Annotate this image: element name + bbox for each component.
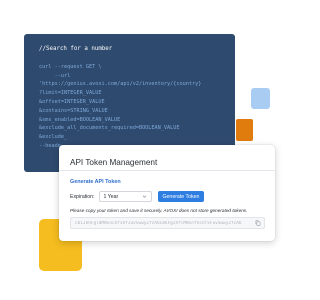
api-token-card: API Token Management Generate API Token …	[59, 145, 275, 241]
card-title: API Token Management	[70, 158, 158, 167]
code-line: curl --request GET \	[39, 63, 102, 70]
token-storage-notice: Please copy your token and save it secur…	[70, 208, 248, 213]
generate-token-button[interactable]: Generate Token	[157, 191, 205, 202]
code-line: 'https://genius.avoxi.com/api/v2/invento…	[39, 81, 202, 88]
code-line: &sms_enabled=BOOLEAN_VALUE	[39, 116, 121, 123]
chevron-down-icon	[142, 195, 146, 198]
code-line: --url	[39, 72, 71, 79]
code-line: ?limit=INTEGER_VALUE	[39, 90, 102, 97]
code-line: &contains=STRING_VALUE	[39, 107, 108, 114]
card-body: Generate API Token Expiration: 1 Year Ge…	[59, 171, 275, 229]
expiration-row: Expiration: 1 Year Generate Token	[70, 191, 265, 202]
card-header: API Token Management	[59, 145, 275, 171]
section-label-generate-token: Generate API Token	[70, 179, 121, 185]
expiration-select-value: 1 Year	[103, 193, 119, 200]
code-line: &offset=INTEGER_VALUE	[39, 98, 105, 105]
expiration-select[interactable]: 1 Year	[98, 191, 152, 202]
code-line: &exclude_all_documents_required=BOOLEAN_…	[39, 125, 180, 132]
expiration-label: Expiration:	[70, 193, 95, 200]
copy-icon[interactable]	[255, 220, 261, 226]
token-field[interactable]: cbiJkhFgldMNvnchfxhfJuvSwwyZfcAbC8kFgIhf…	[70, 217, 265, 229]
code-comment: //Search for a number	[39, 46, 113, 52]
token-value: cbiJkhFgldMNvnchfxhfJuvSwwyZfcAbC8kFgIhf…	[75, 220, 242, 226]
decorative-orange-square	[236, 119, 253, 141]
decorative-blue-square	[251, 88, 270, 109]
code-snippet: //Search for a number curl --request GET …	[39, 45, 235, 151]
code-line: &exclude_	[39, 134, 68, 141]
